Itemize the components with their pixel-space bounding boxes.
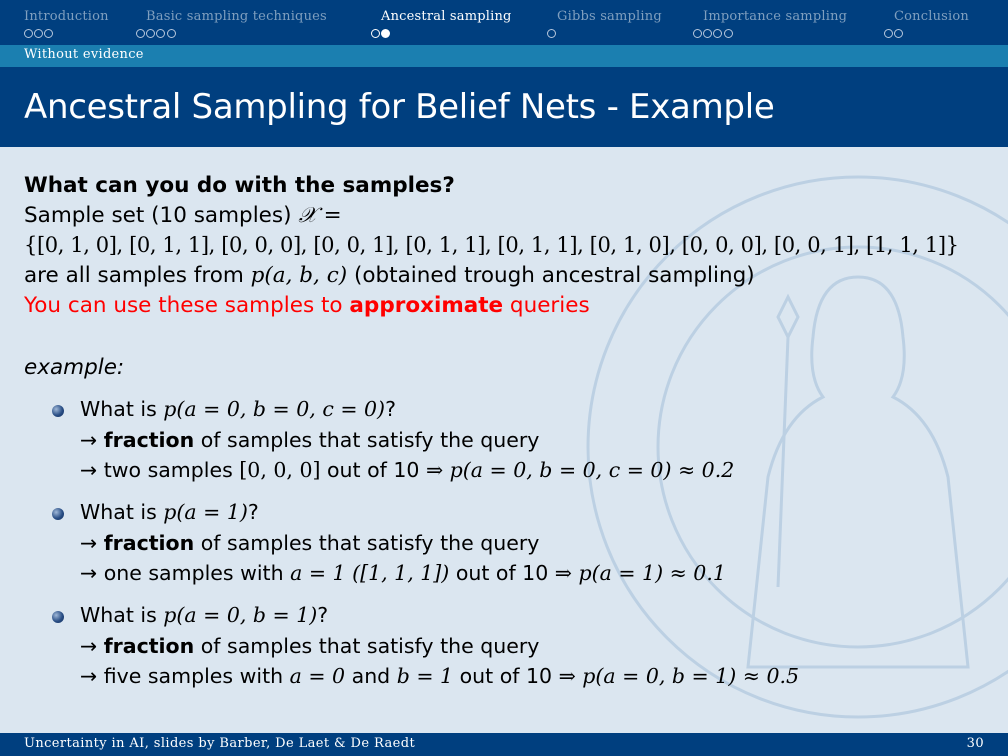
samples-from-suffix: (obtained trough ancestral sampling) (347, 263, 755, 288)
question-prefix: What is (80, 603, 164, 627)
question-prefix: What is (80, 397, 164, 421)
samples-from-math: p(a, b, c) (250, 263, 348, 288)
frame-dot[interactable] (371, 29, 380, 38)
frame-dot-current[interactable] (381, 29, 391, 38)
answer-result: ⇒ p(a = 1) ≈ 0.1 (554, 561, 726, 585)
arrow: → (80, 664, 104, 688)
nav-dots-ancestral-sampling (371, 29, 391, 39)
question-suffix: ? (385, 397, 396, 421)
fraction-rest: of samples that satisfy the query (194, 634, 540, 658)
bullet-1-fraction-line: → fraction of samples that satisfy the q… (80, 428, 539, 452)
bullet-3-answer-line: → five samples with a = 0 and b = 1 out … (80, 664, 799, 688)
answer-text: two samples (103, 458, 240, 482)
nav-section-gibbs-sampling[interactable]: Gibbs sampling (557, 9, 662, 24)
answer-text: five samples with (103, 664, 290, 688)
bullet-2-question: What is p(a = 1)? (80, 500, 259, 524)
arrow: → (80, 561, 104, 585)
answer-math: [0, 0, 0] (239, 458, 321, 482)
answer-math-a: a = 0 (289, 664, 346, 688)
question-prefix: What is (80, 500, 164, 524)
answer-text: one samples with (103, 561, 291, 585)
sample-set-symbol: 𝒳 = (298, 203, 342, 228)
nav-dots-conclusion (884, 29, 904, 39)
frame-dot[interactable] (703, 29, 713, 38)
question-math: p(a = 0, b = 1) (163, 603, 318, 627)
answer-mid: out of 10 (320, 458, 426, 482)
frame-dot[interactable] (34, 29, 44, 38)
frame-dot[interactable] (713, 29, 723, 38)
fraction-bold: fraction (103, 428, 195, 452)
sample-list: {[0, 1, 0], [0, 1, 1], [0, 0, 0], [0, 0,… (24, 233, 959, 257)
bullet-2-fraction-line: → fraction of samples that satisfy the q… (80, 531, 539, 555)
answer-mid: and (345, 664, 397, 688)
samples-from-prefix: are all samples from (24, 263, 251, 288)
frame-dot[interactable] (146, 29, 156, 38)
answer-math: a = 1 ([1, 1, 1]) (290, 561, 450, 585)
sample-set-text: Sample set (10 samples) (24, 203, 299, 228)
frame-title-bar: Ancestral Sampling for Belief Nets - Exa… (0, 67, 1008, 147)
arrow: → (80, 634, 104, 658)
answer-result: ⇒ p(a = 0, b = 0, c = 0) ≈ 0.2 (425, 458, 735, 482)
nav-section-introduction[interactable]: Introduction (24, 9, 109, 24)
subsection-label[interactable]: Without evidence (24, 47, 144, 62)
bullet-2-answer-line: → one samples with a = 1 ([1, 1, 1]) out… (80, 561, 726, 585)
question-math: p(a = 1) (163, 500, 248, 524)
nav-dots-basic-sampling (136, 29, 177, 39)
nav-section-importance-sampling[interactable]: Importance sampling (703, 9, 847, 24)
frame-dot[interactable] (166, 29, 176, 38)
sample-set-line: Sample set (10 samples) 𝒳 = (24, 203, 342, 228)
approximate-line: You can use these samples to approximate… (24, 293, 590, 318)
bullet-1-question: What is p(a = 0, b = 0, c = 0)? (80, 397, 396, 421)
arrow: → (80, 531, 104, 555)
bullet-1-answer-line: → two samples [0, 0, 0] out of 10 ⇒ p(a … (80, 458, 734, 482)
question-heading: What can you do with the samples? (24, 173, 455, 198)
frame-dot[interactable] (723, 29, 733, 38)
frame-dot[interactable] (44, 29, 54, 38)
bullet-marker (52, 611, 64, 623)
section-navigation: Introduction Basic sampling techniques A… (0, 0, 1008, 45)
subsection-bar: Without evidence (0, 45, 1008, 67)
frame-dot[interactable] (884, 29, 893, 38)
samples-from-line: are all samples from p(a, b, c) (obtaine… (24, 263, 755, 288)
nav-dots-gibbs-sampling (547, 29, 557, 39)
frame-dot[interactable] (693, 29, 702, 38)
arrow: → (80, 428, 104, 452)
footer-credits: Uncertainty in AI, slides by Barber, De … (24, 736, 416, 751)
answer-result: ⇒ p(a = 0, b = 1) ≈ 0.5 (558, 664, 800, 688)
answer-mid: out of 10 (449, 561, 555, 585)
bullet-marker (52, 508, 64, 520)
approximate-suffix: queries (503, 293, 590, 318)
nav-section-conclusion[interactable]: Conclusion (894, 9, 969, 24)
question-math: p(a = 0, b = 0, c = 0) (163, 397, 386, 421)
frame-dot[interactable] (24, 29, 33, 38)
fraction-bold: fraction (103, 634, 195, 658)
footer-bar: Uncertainty in AI, slides by Barber, De … (0, 733, 1008, 756)
bullet-3-fraction-line: → fraction of samples that satisfy the q… (80, 634, 539, 658)
slide-content: What can you do with the samples? Sample… (0, 147, 1008, 733)
approximate-bold: approximate (349, 293, 504, 318)
nav-section-ancestral-sampling[interactable]: Ancestral sampling (381, 9, 512, 24)
approximate-prefix: You can use these samples to (24, 293, 350, 318)
example-label: example: (24, 355, 125, 380)
question-suffix: ? (317, 603, 329, 627)
arrow: → (80, 458, 104, 482)
fraction-rest: of samples that satisfy the query (194, 428, 540, 452)
slide-title: Ancestral Sampling for Belief Nets - Exa… (24, 87, 775, 127)
frame-dot[interactable] (156, 29, 166, 38)
bullet-marker (52, 405, 64, 417)
frame-dot[interactable] (894, 29, 904, 38)
bullet-3-question: What is p(a = 0, b = 1)? (80, 603, 328, 627)
fraction-rest: of samples that satisfy the query (194, 531, 540, 555)
answer-tail: out of 10 (453, 664, 559, 688)
nav-dots-importance-sampling (693, 29, 734, 39)
frame-dot[interactable] (547, 29, 556, 38)
question-suffix: ? (247, 500, 259, 524)
answer-math-b: b = 1 (396, 664, 454, 688)
nav-section-basic-sampling[interactable]: Basic sampling techniques (146, 9, 327, 24)
page-number: 30 (966, 736, 984, 751)
frame-dot[interactable] (136, 29, 145, 38)
fraction-bold: fraction (103, 531, 195, 555)
nav-dots-introduction (24, 29, 55, 39)
